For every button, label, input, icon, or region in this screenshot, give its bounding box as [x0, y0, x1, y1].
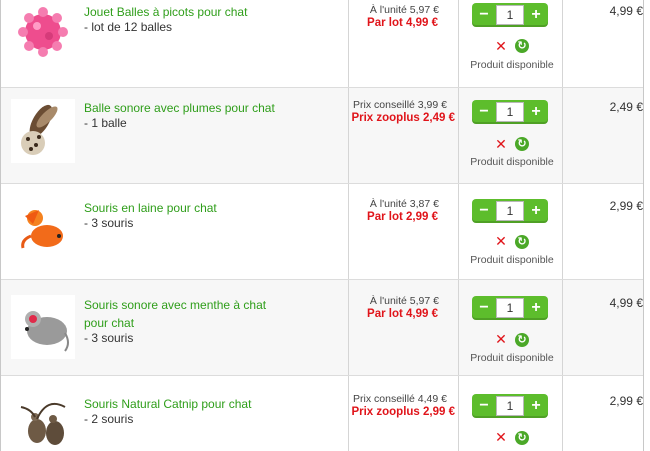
product-variant: - 3 souris	[84, 331, 134, 345]
zooplus-price: Prix zooplus 2,99 €	[351, 406, 455, 418]
column-divider	[458, 0, 459, 87]
product-image[interactable]	[11, 2, 75, 66]
minus-icon[interactable]: −	[475, 103, 493, 121]
quantity-input[interactable]: 1	[496, 298, 524, 318]
plus-icon[interactable]: +	[527, 299, 545, 317]
minus-icon[interactable]: −	[475, 397, 493, 415]
availability-status: Produit disponible	[470, 352, 554, 364]
refresh-icon[interactable]: ↻	[515, 333, 529, 347]
quantity-input[interactable]: 1	[496, 396, 524, 416]
cart-row: Souris sonore avec menthe à chat pour ch…	[1, 280, 643, 376]
column-divider	[458, 376, 459, 451]
plus-icon[interactable]: +	[527, 397, 545, 415]
lot-price: Par lot 4,99 €	[367, 17, 438, 29]
plus-icon[interactable]: +	[527, 103, 545, 121]
plus-icon[interactable]: +	[527, 202, 545, 220]
product-variant: - 2 souris	[84, 412, 134, 426]
product-image[interactable]	[11, 295, 75, 359]
quantity-input[interactable]: 1	[496, 201, 524, 221]
lot-price: Par lot 4,99 €	[367, 308, 438, 320]
refresh-icon[interactable]: ↻	[515, 39, 529, 53]
zooplus-price: Prix zooplus 2,49 €	[351, 112, 455, 124]
quantity-stepper: − 1 +	[472, 100, 548, 124]
quantity-stepper: − 1 +	[472, 394, 548, 418]
product-image[interactable]	[11, 196, 75, 260]
column-divider	[562, 184, 563, 279]
product-variant: - lot de 12 balles	[84, 20, 173, 34]
delete-x-icon[interactable]: ✕	[495, 234, 507, 248]
cart-row: Balle sonore avec plumes pour chat - 1 b…	[1, 88, 643, 184]
refresh-icon[interactable]: ↻	[515, 235, 529, 249]
product-title-link[interactable]: Jouet Balles à picots pour chat	[84, 4, 284, 20]
column-divider	[562, 376, 563, 451]
refresh-icon[interactable]: ↻	[515, 431, 529, 445]
minus-icon[interactable]: −	[475, 6, 493, 24]
product-image[interactable]	[11, 387, 75, 451]
product-variant: - 1 balle	[84, 116, 127, 130]
quantity-stepper: − 1 +	[472, 199, 548, 223]
feather-ball-icon	[21, 104, 58, 155]
line-total: 4,99 €	[609, 4, 643, 18]
orange-wool-mouse-icon	[21, 210, 63, 249]
cart-table: Jouet Balles à picots pour chat - lot de…	[0, 0, 644, 451]
product-title-link-line2[interactable]: pour chat	[84, 315, 284, 331]
plus-icon[interactable]: +	[527, 6, 545, 24]
delete-x-icon[interactable]: ✕	[495, 137, 507, 151]
column-divider	[562, 280, 563, 375]
line-total: 2,99 €	[609, 199, 643, 213]
quantity-stepper: − 1 +	[472, 296, 548, 320]
minus-icon[interactable]: −	[475, 202, 493, 220]
column-divider	[458, 280, 459, 375]
product-title-link[interactable]: Souris en laine pour chat	[84, 200, 284, 216]
availability-status: Produit disponible	[470, 59, 554, 71]
product-variant: - 3 souris	[84, 216, 134, 230]
spiky-pink-ball-icon	[18, 7, 68, 57]
minus-icon[interactable]: −	[475, 299, 493, 317]
column-divider	[458, 184, 459, 279]
quantity-stepper: − 1 +	[472, 3, 548, 27]
column-divider	[562, 0, 563, 87]
column-divider	[458, 88, 459, 183]
product-title-link[interactable]: Souris Natural Catnip pour chat	[84, 396, 284, 412]
product-title-link[interactable]: Souris sonore avec menthe à chat	[84, 297, 314, 313]
quantity-input[interactable]: 1	[496, 5, 524, 25]
availability-status: Produit disponible	[470, 156, 554, 168]
lot-price: Par lot 2,99 €	[367, 211, 438, 223]
column-divider	[562, 88, 563, 183]
line-total: 2,49 €	[609, 100, 643, 114]
refresh-icon[interactable]: ↻	[515, 137, 529, 151]
delete-x-icon[interactable]: ✕	[495, 430, 507, 444]
quantity-input[interactable]: 1	[496, 102, 524, 122]
cart-row: Souris en laine pour chat - 3 souris À l…	[1, 184, 643, 280]
grey-plush-mouse-icon	[25, 311, 69, 352]
availability-status: Produit disponible	[470, 254, 554, 266]
cart-row: Jouet Balles à picots pour chat - lot de…	[1, 0, 643, 88]
natural-catnip-mice-icon	[20, 403, 66, 445]
line-total: 4,99 €	[609, 296, 643, 310]
delete-x-icon[interactable]: ✕	[495, 39, 507, 53]
product-title-link[interactable]: Balle sonore avec plumes pour chat	[84, 100, 314, 116]
product-image[interactable]	[11, 99, 75, 163]
line-total: 2,99 €	[609, 394, 643, 408]
delete-x-icon[interactable]: ✕	[495, 332, 507, 346]
cart-row: Souris Natural Catnip pour chat - 2 sour…	[1, 376, 643, 451]
